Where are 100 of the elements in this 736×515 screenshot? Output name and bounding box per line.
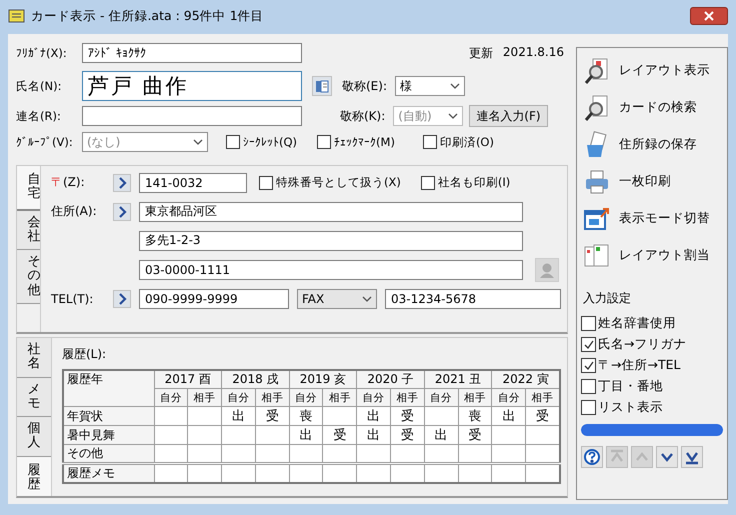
column-header: 相手 (390, 388, 424, 406)
table-header: 履歴年 (63, 370, 154, 406)
checkbox[interactable] (581, 337, 596, 352)
checkbox[interactable] (226, 135, 240, 149)
updated-label: 更新 (468, 44, 493, 62)
caret-icon (448, 113, 458, 119)
checkbox-label: ｼｰｸﾚｯﾄ(Q) (243, 135, 298, 149)
card-icon (8, 8, 25, 24)
toolbar-button[interactable]: カードの検索 (581, 89, 723, 126)
phone-field[interactable]: 090-9999-9999 (139, 288, 289, 308)
checkbox[interactable] (581, 316, 596, 331)
postal-code-field[interactable]: 141-0032 (139, 172, 247, 192)
close-button[interactable] (690, 7, 728, 25)
furigana-field[interactable]: ｱｼﾄﾞ ｷｮｸｻｸ (82, 43, 302, 63)
row-header: 暑中見舞 (63, 426, 154, 444)
side-tab[interactable]: 社名 (17, 338, 51, 378)
checkbox[interactable] (259, 176, 273, 190)
table-cell[interactable]: 出 (356, 426, 391, 444)
table-cell[interactable]: 出 (222, 406, 256, 426)
joint-name-button[interactable]: 連名入力(F) (469, 105, 548, 127)
column-header: 相手 (458, 388, 492, 406)
column-header: 相手 (526, 388, 560, 406)
caret-icon (193, 139, 203, 145)
chevron-icon (118, 292, 126, 304)
honorific-dropdown[interactable]: 様 (395, 76, 465, 96)
book-icon (315, 79, 329, 93)
side-tab[interactable]: 自宅 (17, 166, 40, 211)
nav-button[interactable] (656, 446, 678, 468)
updated-date: 2021.8.16 (502, 44, 564, 60)
checkbox[interactable] (581, 379, 596, 394)
checkbox[interactable] (317, 135, 332, 149)
address-field[interactable]: 多先1-2-3 (139, 230, 523, 250)
table-cell[interactable]: 受 (390, 406, 424, 426)
year-header: 2020 子 (356, 370, 424, 388)
dictionary-button[interactable] (312, 76, 332, 96)
table-cell[interactable]: 受 (458, 426, 492, 444)
year-header: 2022 寅 (492, 370, 560, 388)
table-cell[interactable]: 出 (424, 426, 458, 444)
name-field[interactable]: 芦戸 曲作 (82, 71, 302, 101)
toolbar-button[interactable]: 一枚印刷 (581, 163, 723, 200)
chevron-icon (118, 206, 126, 218)
field-label: 敬称(K): (340, 108, 386, 124)
joint-name-field[interactable] (82, 106, 302, 126)
table-cell[interactable]: 喪 (289, 406, 323, 426)
checkbox-label: 〒→住所→TEL (598, 357, 680, 374)
caret-icon (362, 296, 372, 302)
arrow-button[interactable] (113, 174, 131, 192)
side-tab[interactable]: メモ (17, 378, 51, 418)
field-label: 連名(R): (15, 108, 62, 124)
column-header: 相手 (188, 388, 222, 406)
section-title: 入力設定 (583, 290, 632, 307)
phone-field[interactable]: 03-1234-5678 (385, 288, 561, 308)
checkbox-label: 特殊番号として扱う(X) (276, 175, 401, 190)
column-header: 自分 (222, 388, 256, 406)
checkbox-label: 姓名辞書使用 (598, 315, 676, 332)
toolbar-button[interactable]: 表示モード切替 (581, 200, 723, 237)
toolbar-button[interactable]: 住所録の保存 (581, 126, 723, 163)
side-tab[interactable]: その他 (17, 250, 40, 304)
checkbox[interactable] (420, 176, 435, 190)
column-header: 相手 (255, 388, 290, 406)
field-label: 敬称(E): (342, 78, 387, 94)
arrow-button[interactable] (113, 202, 131, 220)
toolbar-button[interactable]: レイアウト割当 (581, 237, 723, 274)
side-tab[interactable]: 会社 (17, 210, 40, 250)
year-header: 2018 戌 (222, 370, 290, 388)
chevron-icon (118, 176, 126, 188)
table-cell[interactable]: 出 (289, 426, 323, 444)
checkbox[interactable] (581, 358, 596, 373)
column-header: 自分 (492, 388, 526, 406)
column-header: 自分 (289, 388, 323, 406)
close-icon (704, 11, 714, 21)
checkbox[interactable] (581, 400, 596, 415)
phone-type-dropdown[interactable]: FAX (297, 288, 377, 308)
year-header: 2021 丑 (424, 370, 492, 388)
side-tab[interactable]: 履歴 (17, 456, 51, 496)
address-field[interactable]: 東京都品河区 (139, 202, 523, 222)
table-cell[interactable]: 受 (390, 426, 424, 444)
table-cell[interactable]: 出 (356, 406, 391, 426)
row-header: 履歴メモ (63, 464, 154, 483)
checkbox[interactable] (422, 135, 437, 149)
toolbar-button[interactable]: レイアウト表示 (581, 52, 723, 89)
table-cell[interactable]: 受 (255, 406, 290, 426)
nav-button[interactable] (681, 446, 703, 468)
checkbox-label: 社名も印刷(I) (438, 175, 510, 190)
table-cell[interactable]: 受 (322, 426, 357, 444)
side-tab[interactable]: 個人 (17, 417, 51, 457)
field-label: ﾌﾘｶﾞﾅ(X): (15, 46, 68, 60)
table-cell[interactable]: 出 (492, 406, 526, 426)
column-header: 自分 (424, 388, 458, 406)
year-header: 2017 酉 (154, 370, 222, 388)
arrow-button[interactable] (113, 290, 131, 308)
help-icon (584, 449, 600, 465)
window-title: カード表示 - 住所録.ata : 95件中 1件目 (31, 8, 264, 24)
address-field[interactable]: 03-0000-1111 (139, 260, 523, 280)
column-header: 相手 (322, 388, 357, 406)
group-dropdown[interactable]: (なし) (82, 132, 208, 152)
checkbox-label: リスト表示 (598, 399, 663, 416)
table-cell[interactable]: 受 (526, 406, 560, 426)
nav-button[interactable] (581, 446, 603, 468)
table-cell[interactable]: 喪 (458, 406, 492, 426)
